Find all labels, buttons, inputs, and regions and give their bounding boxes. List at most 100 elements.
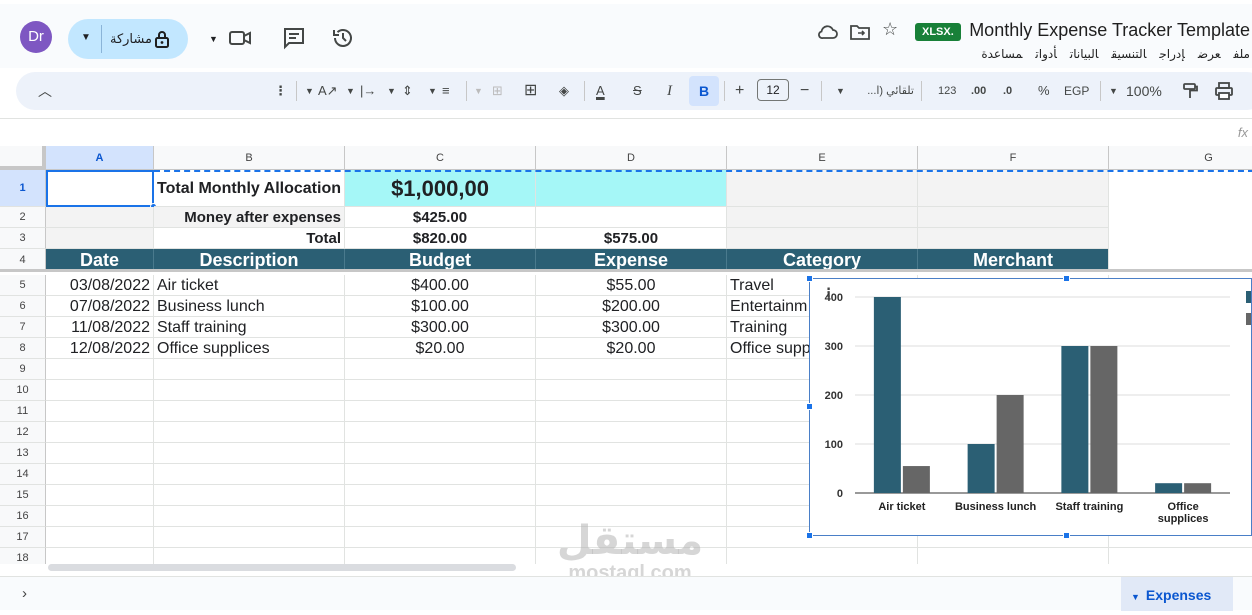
table-cell[interactable] [46, 527, 154, 548]
table-cell[interactable] [154, 401, 345, 422]
cell-date[interactable]: 07/08/2022 [46, 296, 154, 317]
row-header-2[interactable]: 2 [0, 207, 46, 228]
expense-chart[interactable]: 0 100 200 300 400 Air ticket Business lunch Sta… [809, 278, 1252, 536]
table-cell[interactable] [154, 422, 345, 443]
table-cell[interactable] [345, 464, 536, 485]
table-cell[interactable] [46, 401, 154, 422]
frozen-rows-divider[interactable] [0, 269, 1252, 272]
column-header-c[interactable]: C [345, 146, 536, 170]
row-header-7[interactable]: 7 [0, 317, 46, 338]
cell-budget[interactable]: $100.00 [345, 296, 536, 317]
table-cell[interactable] [536, 443, 727, 464]
row-header-8[interactable]: 8 [0, 338, 46, 359]
table-cell[interactable] [536, 464, 727, 485]
resize-handle-middle-left[interactable] [806, 403, 813, 410]
row-header-17[interactable]: 17 [0, 527, 46, 548]
cell-desc[interactable]: Business lunch [154, 296, 345, 317]
spreadsheet-grid[interactable]: A B C D E F G 1 2 3 4 5 6 7 8 9 10 11 12 13 14 15 16 17 1… [0, 146, 1252, 564]
decrease-decimals-button[interactable]: .0 [1003, 81, 1012, 101]
table-cell[interactable] [536, 359, 727, 380]
horizontal-align-dropdown-icon[interactable]: ▼ [428, 81, 437, 101]
text-wrap-dropdown-icon[interactable]: ▼ [346, 81, 355, 101]
table-cell[interactable] [536, 506, 727, 527]
cell-budget[interactable]: $20.00 [345, 338, 536, 359]
table-cell[interactable] [154, 485, 345, 506]
money-after-value[interactable]: $425.00 [345, 207, 536, 228]
row-header-3[interactable]: 3 [0, 228, 46, 249]
cell-budget[interactable]: $400.00 [345, 275, 536, 296]
table-cell[interactable] [345, 380, 536, 401]
cell-expense[interactable]: $20.00 [536, 338, 727, 359]
table-cell[interactable] [46, 443, 154, 464]
table-cell[interactable] [536, 485, 727, 506]
cell-e3[interactable] [727, 228, 918, 249]
font-family-select[interactable]: تلقائي (ا... [852, 81, 914, 101]
row-header-12[interactable]: 12 [0, 422, 46, 443]
menu-item-insert[interactable]: إدراج [1159, 47, 1185, 61]
comments-icon[interactable] [282, 26, 306, 50]
cloud-saved-icon[interactable] [816, 20, 840, 44]
row-header-9[interactable]: 9 [0, 359, 46, 380]
horizontal-scrollbar[interactable] [48, 564, 516, 571]
table-cell[interactable] [46, 485, 154, 506]
cell-f1[interactable] [918, 170, 1109, 207]
table-cell[interactable] [154, 380, 345, 401]
table-cell[interactable] [345, 506, 536, 527]
table-cell[interactable] [918, 548, 1109, 564]
table-cell[interactable] [536, 380, 727, 401]
cell-desc[interactable]: Air ticket [154, 275, 345, 296]
cell-a3[interactable] [46, 228, 154, 249]
row-header-16[interactable]: 16 [0, 506, 46, 527]
paint-format-icon[interactable] [1182, 82, 1200, 100]
cell-d2[interactable] [536, 207, 727, 228]
cell-desc[interactable]: Office supplices [154, 338, 345, 359]
cell-a1-selected[interactable] [46, 170, 154, 207]
row-header-5[interactable]: 5 [0, 275, 46, 296]
row-header-14[interactable]: 14 [0, 464, 46, 485]
cell-e1[interactable] [727, 170, 918, 207]
cell-f3[interactable] [918, 228, 1109, 249]
text-color-dropdown-icon[interactable]: ▼ [305, 81, 314, 101]
menu-item-help[interactable]: مساعدة [981, 47, 1022, 61]
cell-a2[interactable] [46, 207, 154, 228]
column-header-e[interactable]: E [727, 146, 918, 170]
cell-d1[interactable] [536, 170, 727, 207]
resize-handle-bottom-left[interactable] [806, 532, 813, 539]
merge-cells-icon[interactable]: ⊞ [492, 81, 503, 101]
more-options-icon[interactable]: ⋮ [274, 81, 287, 101]
table-cell[interactable] [345, 401, 536, 422]
table-cell[interactable] [536, 422, 727, 443]
table-cell[interactable] [345, 359, 536, 380]
cell-expense[interactable]: $300.00 [536, 317, 727, 338]
percent-format-button[interactable]: % [1038, 81, 1050, 101]
sheet-tab-expenses[interactable]: ▼ Expenses [1121, 577, 1233, 611]
row-header-1[interactable]: 1 [0, 170, 46, 207]
decrease-font-size-button[interactable]: − [800, 81, 809, 101]
font-size-input[interactable]: 12 [757, 79, 789, 101]
table-cell[interactable] [154, 443, 345, 464]
column-header-a[interactable]: A [46, 146, 154, 170]
cell-expense[interactable]: $55.00 [536, 275, 727, 296]
table-cell[interactable] [154, 464, 345, 485]
formula-bar[interactable]: fx [0, 118, 1252, 146]
table-cell[interactable] [345, 422, 536, 443]
document-title[interactable]: Monthly Expense Tracker Template [969, 20, 1250, 41]
row-header-10[interactable]: 10 [0, 380, 46, 401]
version-history-icon[interactable] [331, 26, 355, 50]
cell-expense[interactable]: $200.00 [536, 296, 727, 317]
vertical-align-dropdown-icon[interactable]: ▼ [387, 81, 396, 101]
cell-desc[interactable]: Staff training [154, 317, 345, 338]
currency-format-button[interactable]: EGP [1064, 81, 1089, 101]
resize-handle-top-middle[interactable] [1063, 275, 1070, 282]
text-color-icon[interactable]: A [596, 81, 605, 101]
menu-item-tools[interactable]: أدوات [1035, 47, 1056, 61]
table-cell[interactable] [536, 401, 727, 422]
text-wrap-icon[interactable]: |→ [360, 81, 376, 101]
allocation-label[interactable]: Total Monthly Allocation [154, 170, 345, 207]
table-cell[interactable] [536, 527, 727, 548]
money-after-label[interactable]: Money after expenses [154, 207, 345, 228]
row-header-6[interactable]: 6 [0, 296, 46, 317]
table-cell[interactable] [1109, 548, 1252, 564]
zoom-select[interactable]: 100% [1126, 81, 1162, 101]
print-icon[interactable] [1214, 82, 1234, 100]
